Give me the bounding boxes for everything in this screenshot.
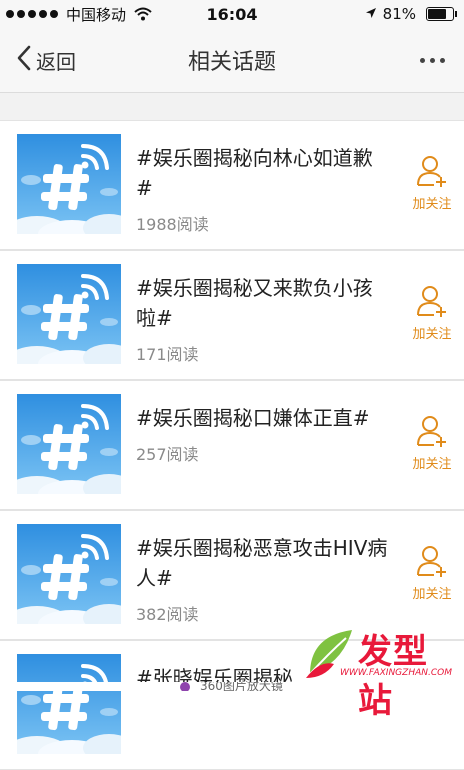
follow-button[interactable]: 加关注 <box>408 545 456 609</box>
topic-hashtag-thumbnail <box>7 654 135 768</box>
follow-label: 加关注 <box>412 327 452 342</box>
bottom-toolbar-label: 360图片放大镜 <box>200 682 283 691</box>
topic-title: #娱乐圈揭秘恶意攻击HIV病人# <box>136 536 388 590</box>
topic-read-count: 171阅读 <box>136 345 199 364</box>
more-options-button[interactable] <box>414 46 450 74</box>
topic-row[interactable]: #娱乐圈揭秘口嫌体正直# 257阅读 加关注 <box>0 380 464 510</box>
topic-row[interactable]: #娱乐圈揭秘向林心如道歉# 1988阅读 加关注 <box>0 120 464 250</box>
follow-label: 加关注 <box>412 457 452 472</box>
topic-hashtag-thumbnail <box>7 394 135 508</box>
topic-title: #娱乐圈揭秘向林心如道歉# <box>136 146 373 200</box>
app-icon <box>180 682 190 691</box>
add-user-icon <box>415 416 449 451</box>
topic-title: #娱乐圈揭秘口嫌体正直# <box>136 406 370 430</box>
topic-row[interactable]: #娱乐圈揭秘恶意攻击HIV病人# 382阅读 加关注 <box>0 510 464 640</box>
battery-icon <box>426 7 457 21</box>
follow-button[interactable]: 加关注 <box>408 155 456 219</box>
topic-row[interactable]: #娱乐圈揭秘又来欺负小孩啦# 171阅读 加关注 <box>0 250 464 380</box>
watermark-logo: 发型站 WWW.FAXINGZHAN.COM <box>300 624 460 721</box>
add-user-icon <box>415 546 449 581</box>
follow-button[interactable]: 加关注 <box>408 415 456 479</box>
follow-label: 加关注 <box>412 197 452 212</box>
topic-read-count: 382阅读 <box>136 605 199 624</box>
topic-read-count: 1988阅读 <box>136 215 209 234</box>
more-dots-icon <box>419 57 425 63</box>
follow-label: 加关注 <box>412 587 452 602</box>
location-arrow-icon <box>365 5 377 23</box>
topic-hashtag-thumbnail <box>7 264 135 378</box>
battery-percent: 81% <box>382 5 416 23</box>
add-user-icon <box>415 156 449 191</box>
add-user-icon <box>415 286 449 321</box>
status-bar: 中国移动 16:04 81% <box>0 0 464 28</box>
page-title: 相关话题 <box>187 50 276 75</box>
watermark-url: WWW.FAXINGZHAN.COM <box>340 668 452 678</box>
follow-button[interactable]: 加关注 <box>408 285 456 349</box>
topic-read-count: 257阅读 <box>136 445 199 464</box>
navigation-bar: 返回 相关话题 <box>0 28 464 93</box>
topic-hashtag-thumbnail <box>7 134 135 248</box>
topic-title: #娱乐圈揭秘又来欺负小孩啦# <box>136 276 373 330</box>
topic-hashtag-thumbnail <box>7 524 135 638</box>
